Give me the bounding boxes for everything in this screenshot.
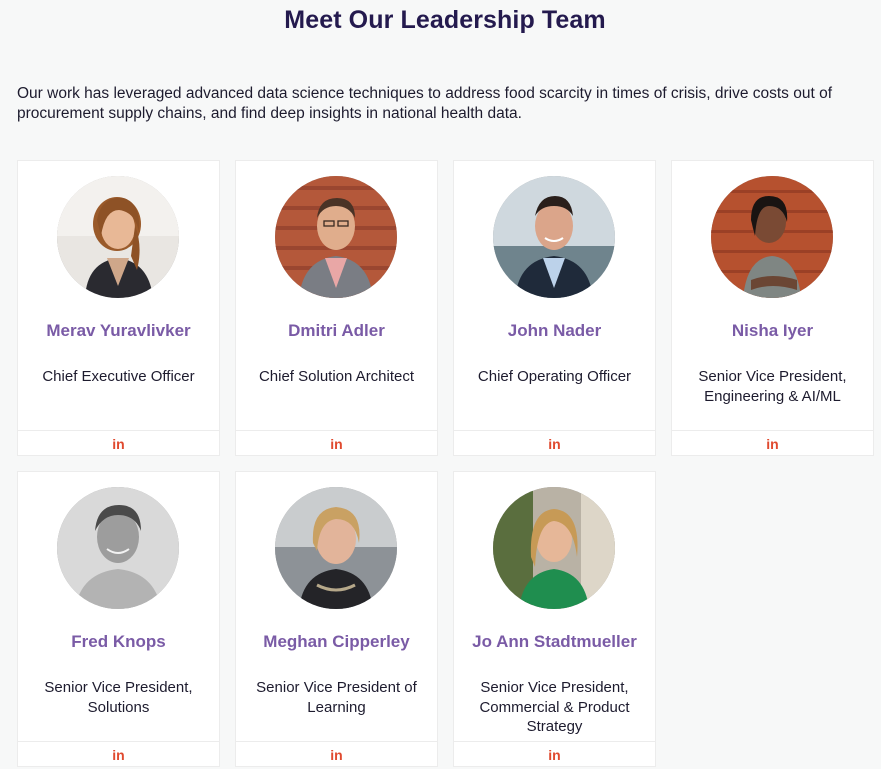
team-member-role: Senior Vice President, Solutions [44,679,193,716]
linkedin-icon[interactable]: in [672,431,873,457]
team-card: Fred Knops Senior Vice President, Soluti… [17,471,220,767]
team-card: Jo Ann Stadtmueller Senior Vice Presiden… [453,471,656,767]
team-member-photo [493,487,615,609]
team-member-name: Nisha Iyer [731,321,814,340]
team-card: Nisha Iyer Senior Vice President, Engine… [671,160,874,456]
linkedin-icon[interactable]: in [454,742,655,768]
team-member-photo [275,487,397,609]
team-card: Merav Yuravlivker Chief Executive Office… [17,160,220,456]
team-member-name: Fred Knops [71,632,166,651]
linkedin-icon[interactable]: in [18,742,219,768]
intro-text: Our work has leveraged advanced data sci… [17,85,833,122]
team-member-role: Chief Solution Architect [258,368,415,385]
team-card: John Nader Chief Operating Officer in [453,160,656,456]
team-member-photo [57,176,179,298]
team-card: Dmitri Adler Chief Solution Architect in [235,160,438,456]
team-member-name: John Nader [507,321,602,340]
team-card: Meghan Cipperley Senior Vice President o… [235,471,438,767]
team-member-name: Merav Yuravlivker [46,321,191,340]
team-member-role: Chief Operating Officer [477,368,632,385]
team-member-name: Meghan Cipperley [263,632,410,651]
team-member-photo [275,176,397,298]
linkedin-icon[interactable]: in [18,431,219,457]
team-member-name: Dmitri Adler [288,321,385,340]
team-member-photo [493,176,615,298]
team-member-name: Jo Ann Stadtmueller [472,632,637,651]
team-member-photo [57,487,179,609]
team-member-role: Senior Vice President, Engineering & AI/… [698,368,847,405]
linkedin-icon[interactable]: in [454,431,655,457]
page-title: Meet Our Leadership Team [284,6,606,34]
linkedin-icon[interactable]: in [236,431,437,457]
team-member-role: Chief Executive Officer [42,368,195,385]
linkedin-icon[interactable]: in [236,742,437,768]
team-member-role: Senior Vice President, Commercial & Prod… [479,679,630,735]
team-member-photo [711,176,833,298]
team-member-role: Senior Vice President of Learning [256,679,417,716]
